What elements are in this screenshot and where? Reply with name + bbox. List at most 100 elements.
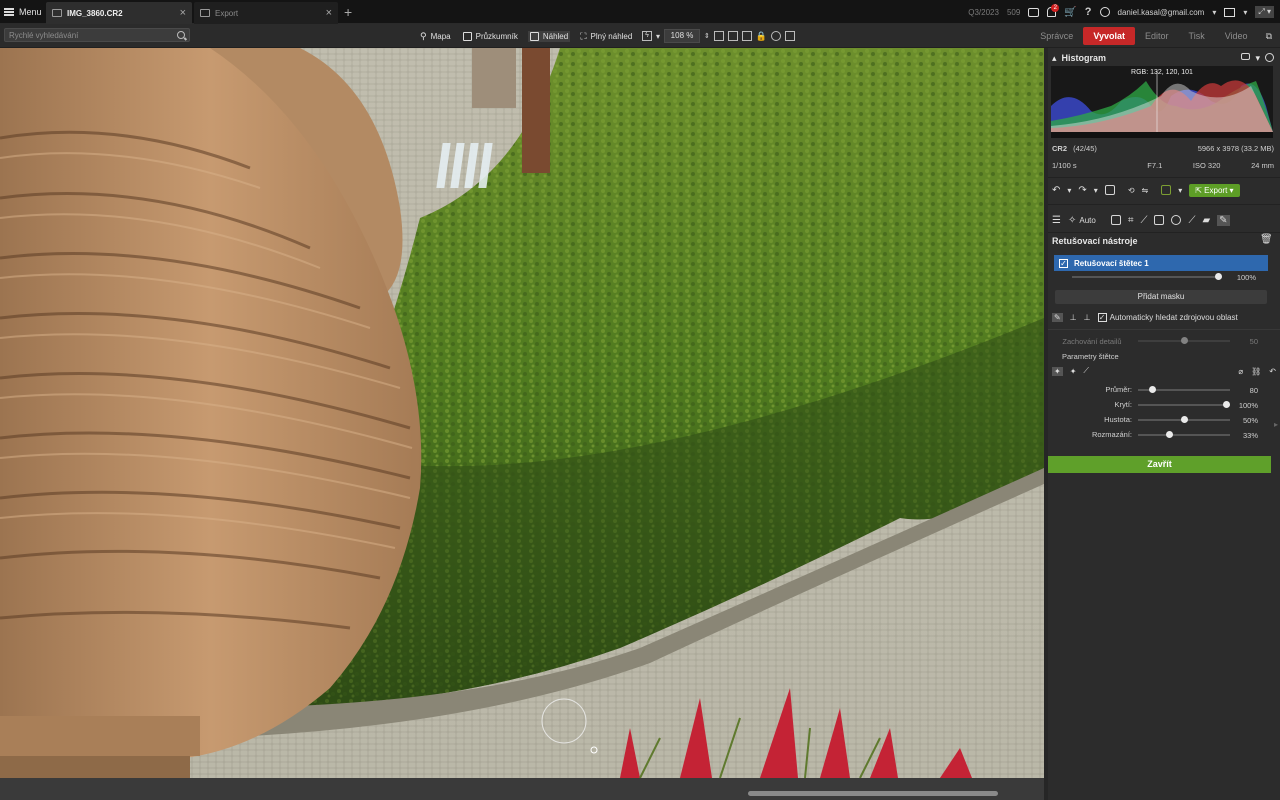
text-tool-icon[interactable] xyxy=(1154,215,1165,225)
mode-manager[interactable]: Správce xyxy=(1030,27,1083,45)
view-preview-button[interactable]: Náhled xyxy=(527,30,571,42)
slider-knob[interactable] xyxy=(1180,337,1188,344)
tab-img-3860[interactable]: IMG_3860.CR2 × xyxy=(46,2,192,24)
chevron-down-icon[interactable]: ▾ xyxy=(1094,186,1098,195)
brush-opacity-slider[interactable] xyxy=(1072,271,1222,283)
perspective-icon[interactable]: ⟋ xyxy=(1140,215,1147,226)
chevron-down-icon[interactable]: ▾ xyxy=(1178,186,1182,195)
file-info-row: CR2 (42/45) 5966 x 3978 (33.2 MB) xyxy=(1052,144,1274,153)
chevron-down-icon[interactable]: ▾ xyxy=(1255,53,1260,64)
zoom-1to1-icon[interactable] xyxy=(713,31,724,41)
slider-knob[interactable] xyxy=(1223,401,1230,408)
collapse-icon[interactable]: ▴ xyxy=(1052,53,1057,64)
photo-canvas[interactable] xyxy=(0,48,1044,778)
mode-develop[interactable]: Vyvolat xyxy=(1083,27,1136,45)
gradient-icon[interactable]: ▰ xyxy=(1202,215,1210,226)
view-map-button[interactable]: ⚲ Mapa xyxy=(418,30,453,43)
chevron-down-icon[interactable]: ▾ xyxy=(1243,8,1247,17)
reset-icon[interactable]: ↶ xyxy=(1269,367,1276,376)
clone-stamp-icon[interactable]: ⊥ xyxy=(1070,313,1077,322)
brush-erase-icon[interactable]: ⟋ xyxy=(1083,366,1089,376)
camera-tool-icon[interactable] xyxy=(1110,215,1121,225)
mode-editor[interactable]: Editor xyxy=(1135,27,1179,45)
compare-icon[interactable] xyxy=(785,31,796,41)
crop-icon[interactable]: ⌗ xyxy=(1128,215,1134,226)
menu-button[interactable]: Menu xyxy=(4,5,42,19)
zoom-controls: ϟ ▾ 108 % ⇕ 🔒 xyxy=(642,28,796,44)
tab-export[interactable]: Export × xyxy=(194,2,338,24)
auto-find-checkbox[interactable]: ✓ xyxy=(1097,312,1107,322)
export-button[interactable]: ⇱ Export ▾ xyxy=(1189,183,1240,197)
circle-tool-icon[interactable] xyxy=(1171,215,1182,225)
chevron-down-icon[interactable]: ▾ xyxy=(1067,186,1071,195)
undo-icon[interactable]: ↶ xyxy=(1052,185,1060,196)
lock-icon[interactable]: 🔒 xyxy=(756,31,767,42)
redo-icon[interactable]: ↷ xyxy=(1078,185,1086,196)
trash-icon[interactable]: 🗑 xyxy=(1260,234,1273,245)
camera-icon[interactable] xyxy=(1241,52,1251,60)
auto-label[interactable]: Auto xyxy=(1079,216,1095,225)
fill-icon[interactable] xyxy=(741,31,752,41)
popout-icon[interactable]: ⧉ xyxy=(1258,27,1280,45)
close-button[interactable]: Zavřít xyxy=(1048,456,1271,473)
brush-icon[interactable]: ⟋ xyxy=(1188,215,1195,226)
brush-enabled-checkbox[interactable]: ✓ xyxy=(1059,258,1068,268)
chat-icon[interactable] xyxy=(1028,7,1040,17)
heal-brush-icon[interactable]: ✎ xyxy=(1052,312,1063,322)
panel-expand-icon[interactable]: ▸ xyxy=(1274,420,1278,429)
flash-icon[interactable]: ϟ xyxy=(642,31,652,41)
notifications-icon[interactable]: 2 xyxy=(1047,4,1060,17)
opacity-slider[interactable] xyxy=(1138,399,1230,411)
density-slider[interactable] xyxy=(1138,414,1230,426)
cart-icon[interactable]: 🛒 xyxy=(1064,7,1076,18)
fit-icon[interactable] xyxy=(727,31,738,41)
compare-view-icon[interactable] xyxy=(1104,185,1115,195)
blur-slider[interactable] xyxy=(1138,429,1230,441)
fullscreen-mode-icon[interactable]: ⤢ ▾ xyxy=(1255,6,1274,18)
diameter-slider[interactable] xyxy=(1138,384,1230,396)
histogram-header[interactable]: ▴ Histogram ▾ xyxy=(1048,52,1280,64)
auto-wand-icon[interactable]: ✧ xyxy=(1068,215,1076,226)
add-mask-button[interactable]: Přidat masku xyxy=(1055,290,1267,304)
slider-knob[interactable] xyxy=(1180,416,1188,423)
chevron-down-icon[interactable]: ▾ xyxy=(656,32,660,41)
mode-video[interactable]: Video xyxy=(1215,27,1258,45)
slider-knob[interactable] xyxy=(1215,273,1222,280)
zoom-stepper-icon[interactable]: ⇕ xyxy=(704,32,710,40)
pipette-icon[interactable]: ⌀ xyxy=(1238,367,1243,376)
chevron-down-icon[interactable]: ▾ xyxy=(1212,8,1216,17)
flip-icon[interactable]: ⇋ xyxy=(1142,186,1149,195)
brush-add-icon[interactable]: ✦ xyxy=(1070,367,1077,376)
brush-size-icon[interactable]: ✦ xyxy=(1052,366,1063,376)
color-label-icon[interactable] xyxy=(1161,185,1172,195)
retouch-brush-item[interactable]: ✓ Retušovací štětec 1 xyxy=(1054,255,1268,271)
view-explorer-button[interactable]: Průzkumník xyxy=(461,31,520,42)
stamp-icon[interactable]: ⊥ xyxy=(1084,313,1091,322)
slider-knob[interactable] xyxy=(1166,431,1174,438)
user-avatar-icon[interactable] xyxy=(1099,7,1110,17)
search-icon[interactable] xyxy=(177,31,185,39)
zoom-search-icon[interactable] xyxy=(771,31,782,41)
quick-search-input[interactable]: Rychlé vyhledávání xyxy=(4,28,190,42)
slider-track xyxy=(1138,404,1230,406)
rotate-icon[interactable]: ⟲ xyxy=(1128,186,1135,195)
monitor-icon[interactable] xyxy=(1224,7,1236,17)
adjustments-icon[interactable]: ☰ xyxy=(1052,215,1061,226)
slider-knob[interactable] xyxy=(1149,386,1157,393)
help-icon[interactable]: ? xyxy=(1085,6,1092,18)
user-email[interactable]: daniel.kasal@gmail.com xyxy=(1118,8,1205,17)
close-tab-icon[interactable]: × xyxy=(180,7,186,19)
close-tab-icon[interactable]: × xyxy=(326,7,332,19)
mode-print[interactable]: Tisk xyxy=(1179,27,1215,45)
horizontal-scrollbar[interactable] xyxy=(748,791,998,796)
view-fullpreview-button[interactable]: ⛶ Plný náhled xyxy=(578,30,634,43)
opacity-value: 100% xyxy=(1238,401,1258,410)
settings-dot-icon[interactable] xyxy=(1265,52,1274,62)
detail-preservation-slider[interactable] xyxy=(1138,335,1230,347)
edit-actions-row: ↶ ▾ ↷ ▾ ⟲ ⇋ ▾ ⇱ Export ▾ xyxy=(1052,183,1276,197)
link-icon[interactable]: ⛓ xyxy=(1251,367,1261,376)
iso: ISO 320 xyxy=(1192,161,1221,170)
new-tab-button[interactable]: + xyxy=(344,4,352,20)
retouch-tool-icon[interactable]: ✎ xyxy=(1217,214,1230,226)
zoom-input[interactable]: 108 % xyxy=(664,29,701,43)
